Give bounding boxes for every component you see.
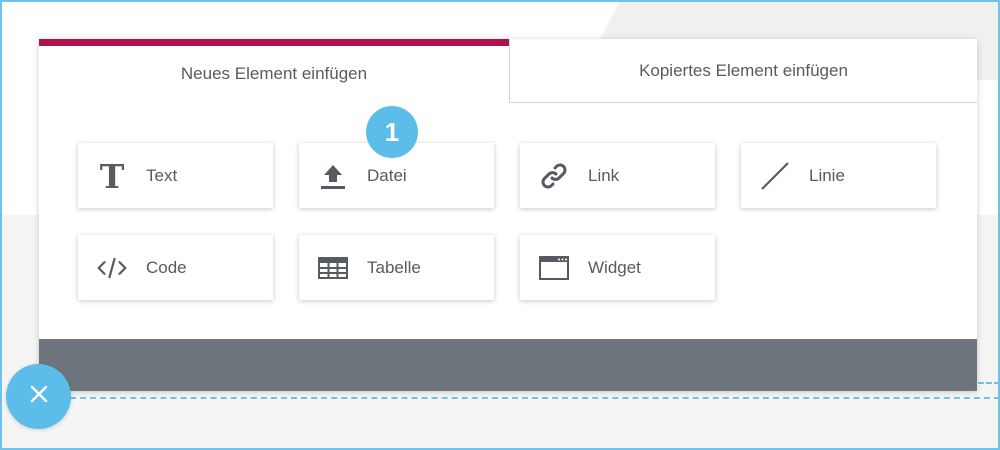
element-widget-button[interactable]: Widget [520, 235, 715, 300]
element-text-button[interactable]: T Text [78, 143, 273, 208]
tab-copied-element[interactable]: Kopiertes Element einfügen [509, 39, 977, 103]
step-number-badge: 1 [366, 106, 418, 158]
element-label: Linie [809, 165, 845, 185]
table-icon [318, 253, 348, 283]
element-label: Link [588, 165, 620, 185]
line-icon [760, 161, 790, 191]
element-line-button[interactable]: Linie [741, 143, 936, 208]
tab-bar: Neues Element einfügen Kopiertes Element… [39, 39, 977, 103]
dashed-guide-line [60, 397, 1000, 399]
code-icon [97, 253, 127, 283]
element-label: Code [146, 257, 187, 277]
widget-icon [539, 253, 569, 283]
panel-footer [39, 339, 977, 391]
svg-text:T: T [100, 161, 125, 191]
element-label: Datei [367, 165, 407, 185]
element-link-button[interactable]: Link [520, 143, 715, 208]
element-label: Text [146, 165, 178, 185]
element-label: Widget [588, 257, 641, 277]
element-label: Tabelle [367, 257, 421, 277]
close-icon [28, 383, 50, 410]
tab-label: Neues Element einfügen [180, 63, 368, 83]
upload-icon [318, 161, 348, 191]
tab-new-element[interactable]: Neues Element einfügen [39, 39, 509, 103]
element-code-button[interactable]: Code [78, 235, 273, 300]
element-table-button[interactable]: Tabelle [299, 235, 494, 300]
text-icon: T [97, 161, 127, 191]
close-button[interactable] [6, 364, 71, 429]
insert-element-panel: Neues Element einfügen Kopiertes Element… [39, 39, 977, 391]
tab-label: Kopiertes Element einfügen [639, 60, 848, 80]
dashed-guide-line [978, 382, 1000, 384]
link-icon [539, 161, 569, 191]
